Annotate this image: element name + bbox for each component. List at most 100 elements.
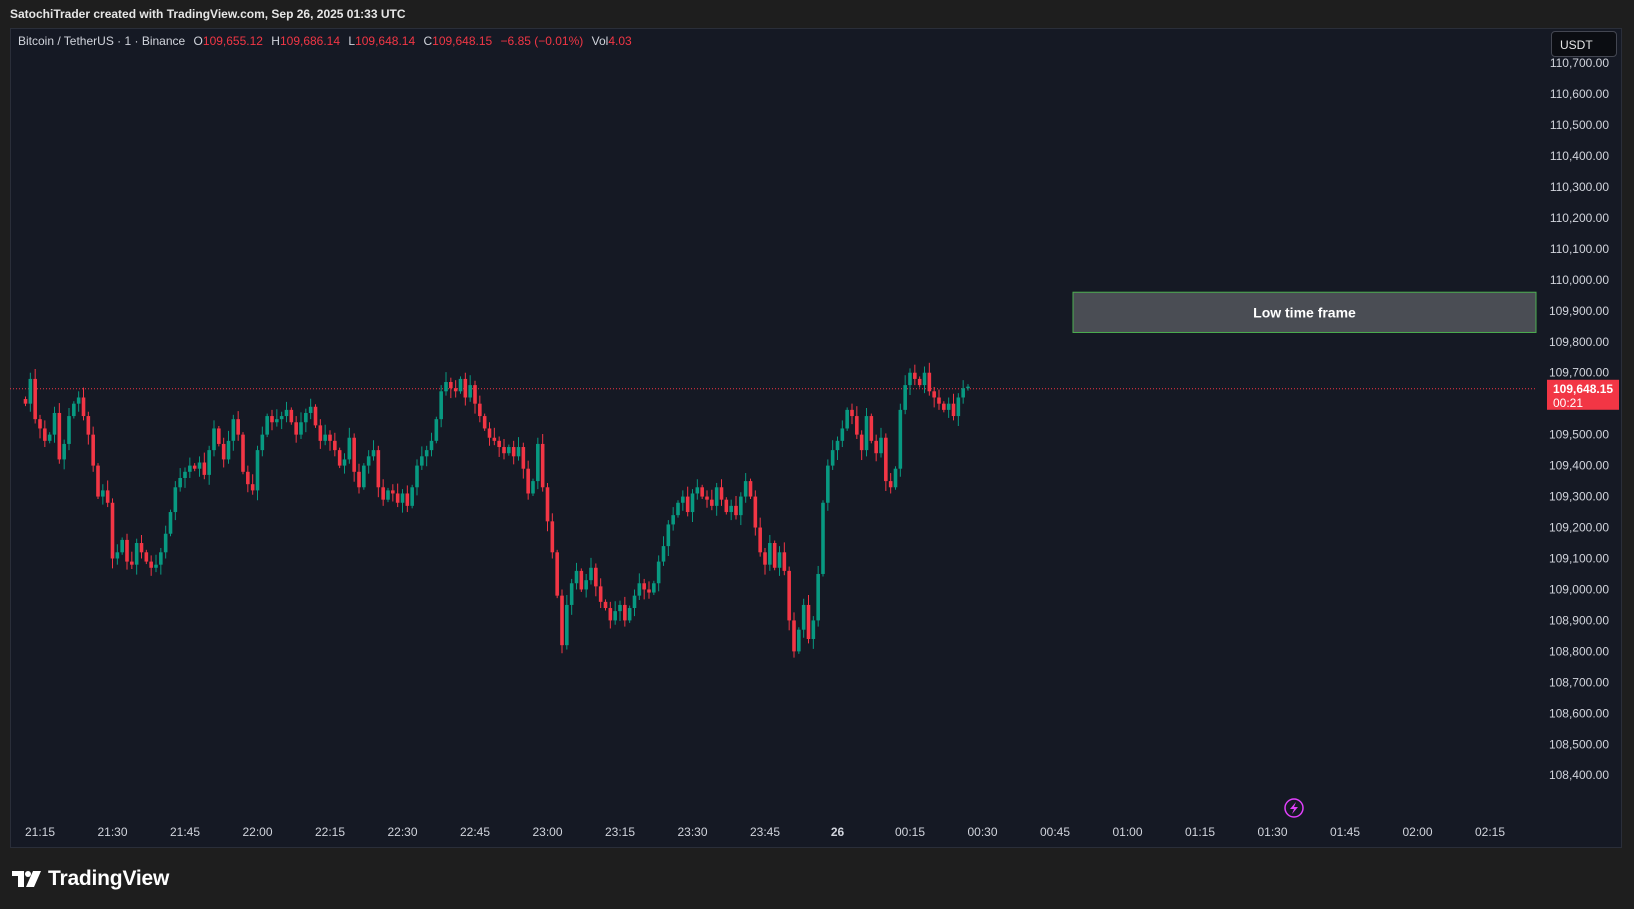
candle-body [743, 481, 748, 497]
candle-body [845, 409, 849, 429]
high-label: H [271, 34, 280, 48]
candle-body [381, 487, 385, 500]
candle-body [173, 487, 178, 513]
time-tick-label: 02:15 [1475, 825, 1505, 839]
candle-body [507, 447, 511, 454]
candle-body [816, 573, 820, 621]
candle-body [420, 456, 424, 466]
candle-body [623, 604, 627, 621]
candle-body [492, 437, 497, 441]
candle-body [105, 490, 110, 503]
candle-body [763, 552, 767, 565]
candle-body [801, 604, 806, 630]
price-tick-label: 109,500.00 [1549, 428, 1609, 442]
close-value: 109,648.15 [432, 34, 493, 48]
candle-body [463, 378, 468, 398]
candle-body [260, 434, 265, 451]
candle-body [47, 434, 52, 441]
candle-body [289, 409, 294, 423]
price-tick-label: 109,100.00 [1549, 551, 1609, 565]
candle-body [38, 419, 42, 429]
candle-body [163, 533, 168, 553]
candle-body [753, 496, 758, 528]
candle-body [729, 505, 733, 513]
candle-body [710, 499, 714, 506]
candlestick-chart[interactable]: Low time frame 110,700.00 110,600.00 110,5… [0, 0, 1634, 909]
price-tick-label: 108,800.00 [1549, 644, 1609, 658]
candle-body [497, 440, 501, 448]
price-tick-label: 110,400.00 [1550, 149, 1609, 163]
candle-body [681, 496, 685, 503]
symbol-legend[interactable]: Bitcoin / TetherUS · 1 · Binance O109,65… [18, 34, 632, 48]
candle-body [410, 487, 414, 506]
candle-body [96, 465, 100, 497]
candle-body [826, 465, 830, 503]
footer-brand: TradingView [12, 862, 169, 896]
candle-body [864, 416, 869, 451]
candle-body [734, 505, 738, 516]
candle-body [913, 372, 917, 379]
price-tick-label: 109,200.00 [1549, 521, 1609, 535]
time-tick-label: 01:00 [1112, 825, 1142, 839]
candle-body [550, 521, 555, 553]
candle-body [666, 524, 671, 547]
candle-body [705, 496, 709, 500]
time-axis[interactable]: 21:15 21:30 21:45 22:00 22:15 22:30 22:45 23:00… [25, 825, 1505, 839]
lightning-icon[interactable] [1284, 798, 1304, 818]
candle-body [43, 428, 47, 441]
price-tick-label: 109,800.00 [1549, 335, 1609, 349]
time-tick-label: 26 [831, 825, 845, 839]
candle-body [241, 434, 245, 472]
time-tick-label: 23:00 [532, 825, 562, 839]
candle-body [178, 477, 182, 488]
candle-body [482, 416, 487, 429]
price-tick-label: 110,100.00 [1550, 242, 1609, 256]
candle-body [487, 428, 492, 438]
candle-body [526, 468, 530, 494]
candle-body [101, 490, 105, 497]
candle-body [453, 388, 458, 392]
candle-body [236, 419, 240, 435]
price-axis[interactable]: 110,700.00 110,600.00 110,500.00 110,400.00… [1549, 56, 1609, 782]
candle-body [637, 583, 642, 596]
candle-body [33, 378, 37, 420]
candle-body [86, 416, 91, 435]
candle-body [589, 567, 593, 581]
candle-body [275, 419, 279, 423]
candle-body [951, 403, 956, 417]
candle-body [840, 428, 845, 441]
price-tick-label: 110,200.00 [1550, 211, 1609, 225]
candle-body [125, 539, 129, 562]
candle-body [806, 604, 811, 639]
candle-body [956, 397, 961, 417]
candle-body [28, 378, 33, 404]
candle-body [627, 608, 632, 621]
candle-body [188, 465, 192, 472]
candle-body [366, 456, 371, 466]
candle-body [284, 409, 289, 417]
candle-body [942, 403, 946, 410]
candle-body [700, 487, 704, 497]
candle-body [661, 546, 666, 562]
candle-body [521, 447, 526, 469]
price-tick-label: 110,600.00 [1550, 87, 1609, 101]
price-tick-label: 109,300.00 [1549, 490, 1609, 504]
candle-body [555, 552, 559, 596]
open-value: 109,655.12 [202, 34, 263, 48]
candle-body [328, 434, 332, 441]
candle-body [594, 567, 598, 587]
price-tag-countdown: 00:21 [1553, 396, 1583, 410]
currency-button[interactable]: USDT [1551, 31, 1617, 57]
candle-body [685, 496, 690, 513]
price-tag-value: 109,648.15 [1553, 382, 1613, 396]
low-value: 109,648.14 [355, 34, 416, 48]
time-tick-label: 01:45 [1330, 825, 1360, 839]
candle-body [690, 493, 695, 513]
candle-body [468, 385, 472, 398]
candle-body [434, 419, 439, 441]
candle-body [772, 543, 777, 568]
candle-body [207, 450, 211, 475]
candle-body [255, 450, 260, 491]
time-tick-label: 21:30 [97, 825, 127, 839]
candle-body [946, 403, 951, 410]
